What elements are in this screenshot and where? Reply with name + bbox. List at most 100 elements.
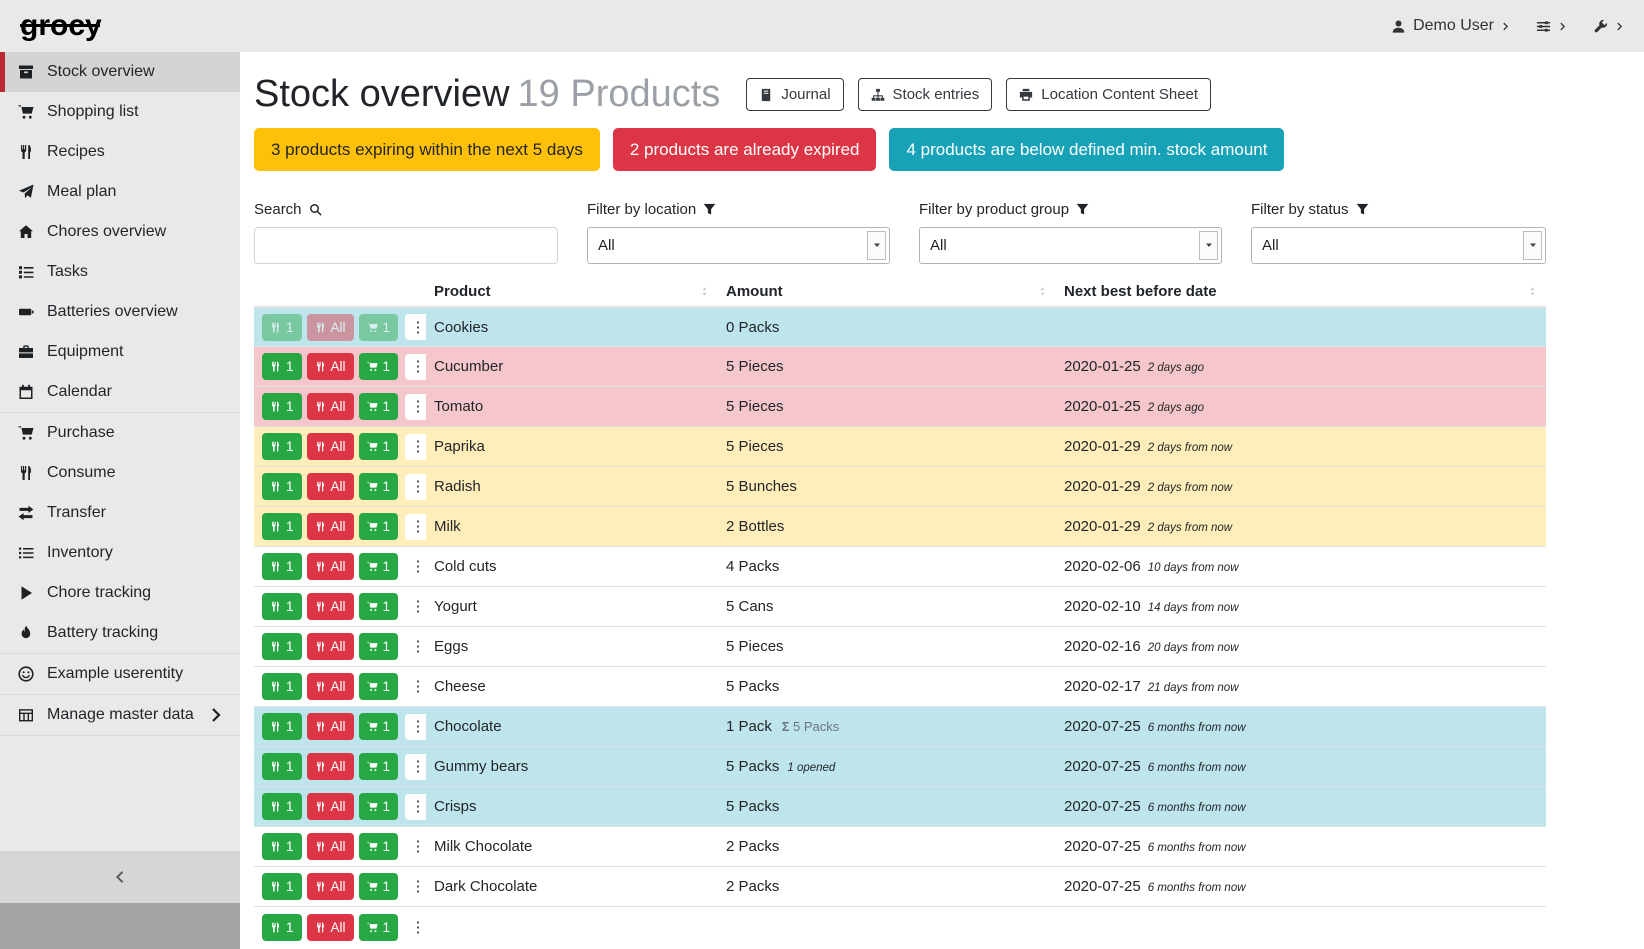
add-to-shopping-list-button[interactable]: 1 [359, 633, 399, 660]
sort-icon[interactable] [699, 286, 710, 297]
consume-one-button[interactable]: 1 [262, 553, 302, 580]
consume-all-button[interactable]: All [307, 513, 354, 540]
row-menu-button[interactable]: ⋮ [405, 434, 426, 460]
sidebar-item-consume[interactable]: Consume [0, 453, 240, 493]
row-menu-button[interactable]: ⋮ [405, 554, 426, 580]
add-to-shopping-list-button[interactable]: 1 [359, 833, 399, 860]
consume-all-button[interactable]: All [307, 753, 354, 780]
consume-all-button[interactable]: All [307, 314, 354, 341]
sidebar-item-purchase[interactable]: Purchase [0, 412, 240, 453]
location-filter-select[interactable]: All [587, 227, 890, 264]
add-to-shopping-list-button[interactable]: 1 [359, 314, 399, 341]
row-menu-button[interactable]: ⋮ [405, 874, 426, 900]
row-menu-button[interactable]: ⋮ [405, 514, 426, 540]
consume-one-button[interactable]: 1 [262, 513, 302, 540]
sidebar-item-transfer[interactable]: Transfer [0, 493, 240, 533]
sidebar-collapse-button[interactable] [0, 851, 240, 903]
consume-all-button[interactable]: All [307, 353, 354, 380]
consume-one-button[interactable]: 1 [262, 633, 302, 660]
row-menu-button[interactable]: ⋮ [405, 754, 426, 780]
add-to-shopping-list-button[interactable]: 1 [359, 793, 399, 820]
consume-one-button[interactable]: 1 [262, 833, 302, 860]
add-to-shopping-list-button[interactable]: 1 [359, 673, 399, 700]
row-menu-button[interactable]: ⋮ [405, 394, 426, 420]
consume-all-button[interactable]: All [307, 833, 354, 860]
consume-one-button[interactable]: 1 [262, 593, 302, 620]
row-menu-button[interactable]: ⋮ [405, 314, 426, 340]
consume-one-button[interactable]: 1 [262, 314, 302, 341]
product-group-filter-select[interactable]: All [919, 227, 1222, 264]
consume-all-button[interactable]: All [307, 873, 354, 900]
user-menu[interactable]: Demo User [1391, 17, 1510, 35]
row-menu-button[interactable]: ⋮ [405, 834, 426, 860]
sidebar-item-stock-overview[interactable]: Stock overview [0, 52, 240, 92]
sidebar-item-battery-tracking[interactable]: Battery tracking [0, 613, 240, 653]
add-to-shopping-list-button[interactable]: 1 [359, 473, 399, 500]
row-menu-button[interactable]: ⋮ [405, 634, 426, 660]
search-input[interactable] [254, 227, 558, 264]
row-menu-button[interactable]: ⋮ [405, 594, 426, 620]
amount-column-header[interactable]: Amount [718, 277, 1056, 307]
journal-button[interactable]: Journal [746, 78, 843, 111]
add-to-shopping-list-button[interactable]: 1 [359, 713, 399, 740]
consume-all-button[interactable]: All [307, 633, 354, 660]
consume-all-button[interactable]: All [307, 433, 354, 460]
add-to-shopping-list-button[interactable]: 1 [359, 553, 399, 580]
alert-below-min-stock[interactable]: 4 products are below defined min. stock … [889, 128, 1284, 171]
row-menu-button[interactable]: ⋮ [405, 354, 426, 380]
add-to-shopping-list-button[interactable]: 1 [359, 513, 399, 540]
grocy-logo[interactable]: grocy [20, 11, 102, 41]
sidebar-item-equipment[interactable]: Equipment [0, 332, 240, 372]
sidebar-item-meal-plan[interactable]: Meal plan [0, 172, 240, 212]
consume-one-button[interactable]: 1 [262, 673, 302, 700]
add-to-shopping-list-button[interactable]: 1 [359, 593, 399, 620]
add-to-shopping-list-button[interactable]: 1 [359, 753, 399, 780]
consume-all-button[interactable]: All [307, 593, 354, 620]
sidebar-item-manage-master-data[interactable]: Manage master data [0, 694, 240, 736]
alert-expired[interactable]: 2 products are already expired [613, 128, 877, 171]
location-content-sheet-button[interactable]: Location Content Sheet [1006, 78, 1211, 111]
alert-expiring[interactable]: 3 products expiring within the next 5 da… [254, 128, 600, 171]
add-to-shopping-list-button[interactable]: 1 [359, 914, 399, 941]
sidebar-item-chore-tracking[interactable]: Chore tracking [0, 573, 240, 613]
status-filter-select[interactable]: All [1251, 227, 1546, 264]
consume-one-button[interactable]: 1 [262, 914, 302, 941]
sidebar-item-calendar[interactable]: Calendar [0, 372, 240, 412]
consume-all-button[interactable]: All [307, 393, 354, 420]
sort-icon[interactable] [1527, 286, 1538, 297]
sidebar-item-inventory[interactable]: Inventory [0, 533, 240, 573]
consume-all-button[interactable]: All [307, 473, 354, 500]
add-to-shopping-list-button[interactable]: 1 [359, 393, 399, 420]
add-to-shopping-list-button[interactable]: 1 [359, 433, 399, 460]
consume-one-button[interactable]: 1 [262, 353, 302, 380]
sidebar-item-batteries-overview[interactable]: Batteries overview [0, 292, 240, 332]
row-menu-button[interactable]: ⋮ [405, 914, 426, 940]
row-menu-button[interactable]: ⋮ [405, 714, 426, 740]
consume-one-button[interactable]: 1 [262, 433, 302, 460]
row-menu-button[interactable]: ⋮ [405, 474, 426, 500]
stock-entries-button[interactable]: Stock entries [858, 78, 993, 111]
consume-one-button[interactable]: 1 [262, 713, 302, 740]
sort-icon[interactable] [1037, 286, 1048, 297]
row-menu-button[interactable]: ⋮ [405, 674, 426, 700]
consume-one-button[interactable]: 1 [262, 473, 302, 500]
next-best-before-date-column-header[interactable]: Next best before date [1056, 277, 1546, 307]
sidebar-item-example-userentity[interactable]: Example userentity [0, 653, 240, 694]
consume-all-button[interactable]: All [307, 713, 354, 740]
row-menu-button[interactable]: ⋮ [405, 794, 426, 820]
consume-one-button[interactable]: 1 [262, 393, 302, 420]
consume-one-button[interactable]: 1 [262, 873, 302, 900]
sidebar-item-chores-overview[interactable]: Chores overview [0, 212, 240, 252]
sidebar-item-recipes[interactable]: Recipes [0, 132, 240, 172]
add-to-shopping-list-button[interactable]: 1 [359, 353, 399, 380]
add-to-shopping-list-button[interactable]: 1 [359, 873, 399, 900]
consume-all-button[interactable]: All [307, 793, 354, 820]
sidebar-item-tasks[interactable]: Tasks [0, 252, 240, 292]
consume-one-button[interactable]: 1 [262, 793, 302, 820]
consume-one-button[interactable]: 1 [262, 753, 302, 780]
consume-all-button[interactable]: All [307, 553, 354, 580]
product-column-header[interactable]: Product [426, 277, 718, 307]
sidebar-item-shopping-list[interactable]: Shopping list [0, 92, 240, 132]
settings-menu[interactable] [1536, 19, 1567, 34]
admin-menu[interactable] [1593, 19, 1624, 34]
